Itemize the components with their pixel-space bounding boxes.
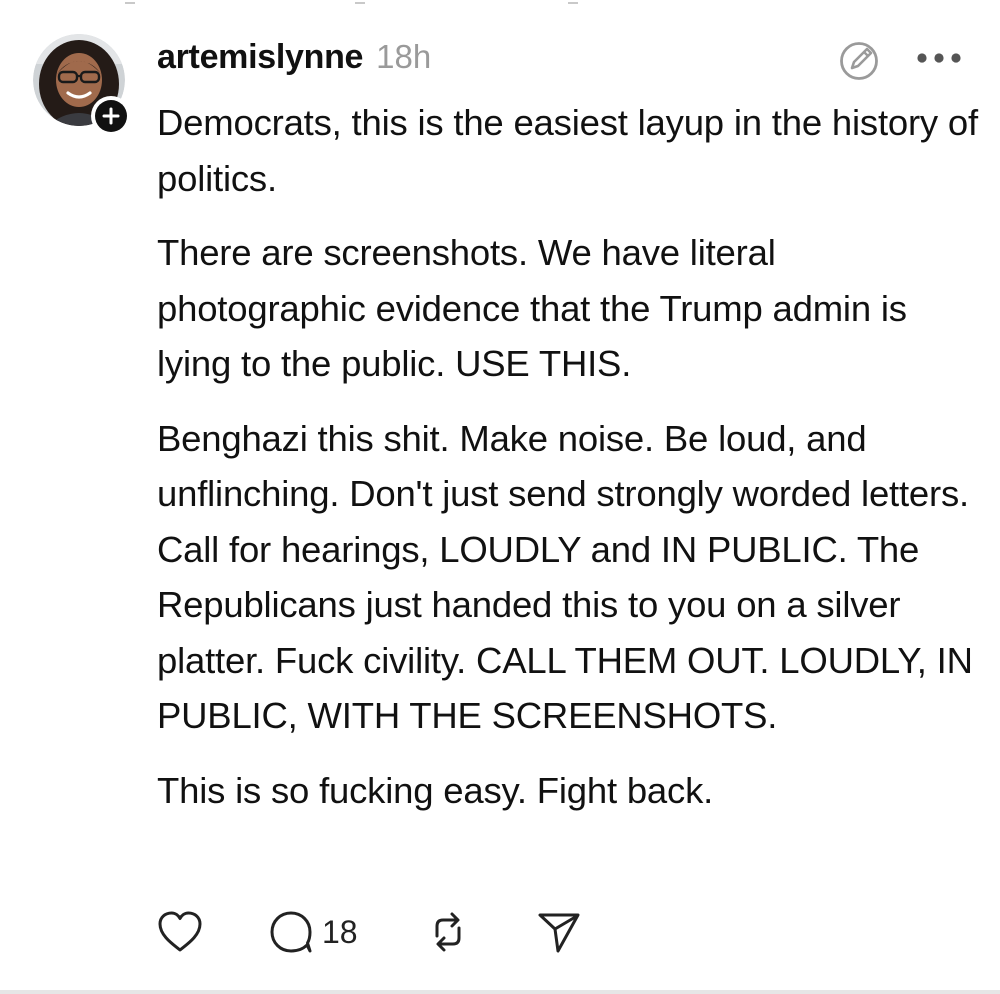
post-paragraph: Democrats, this is the easiest layup in …: [157, 102, 978, 199]
share-button[interactable]: [536, 908, 582, 956]
post-timestamp: 18h: [376, 38, 432, 75]
edit-icon[interactable]: [838, 40, 880, 82]
reply-button[interactable]: 18: [268, 908, 358, 956]
thread-post: artemislynne 18h Democrats, this is the …: [0, 0, 1000, 994]
plus-icon: [95, 100, 127, 132]
follow-button[interactable]: [91, 96, 131, 136]
post-body: Democrats, this is the easiest layup in …: [157, 95, 987, 837]
send-icon: [538, 913, 580, 953]
post-paragraph: There are screenshots. We have literal p…: [157, 232, 907, 384]
post-header: artemislynne 18h: [157, 38, 431, 82]
more-icon[interactable]: [916, 50, 962, 66]
username-link[interactable]: artemislynne: [157, 38, 363, 77]
comment-icon: [270, 911, 312, 953]
post-paragraph: This is so fucking easy. Fight back.: [157, 769, 714, 811]
repost-icon: [435, 912, 461, 952]
reply-count: 18: [322, 913, 358, 950]
heart-icon: [158, 911, 202, 952]
repost-button[interactable]: [426, 908, 470, 956]
post-paragraph: Benghazi this shit. Make noise. Be loud,…: [157, 417, 973, 737]
action-bar: 18: [156, 908, 596, 956]
like-button[interactable]: [156, 908, 204, 956]
previous-post-edge: [0, 0, 1000, 4]
post-divider: [0, 990, 1000, 994]
avatar-container[interactable]: [33, 34, 131, 136]
